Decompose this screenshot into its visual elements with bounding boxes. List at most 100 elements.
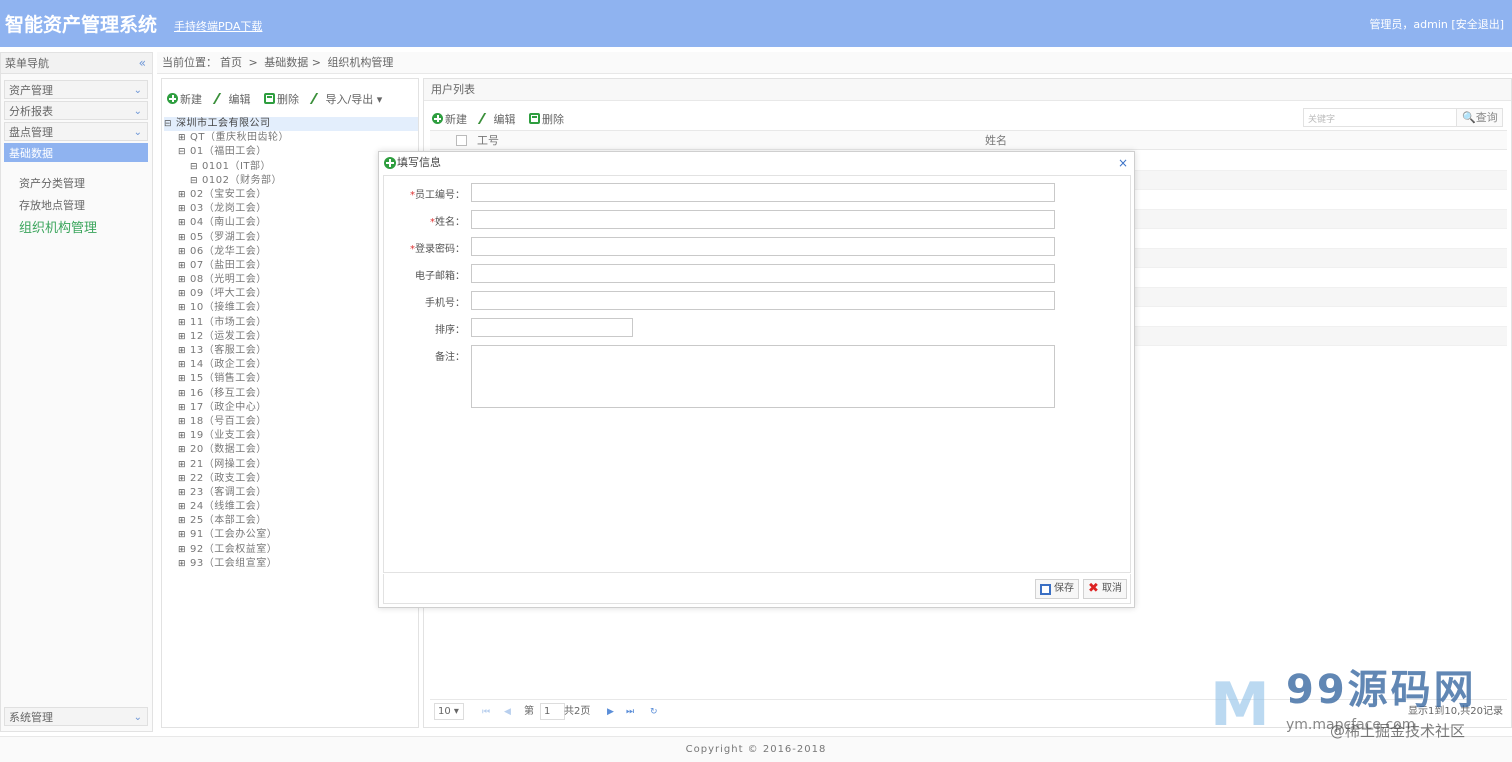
tree-root-node[interactable]: ⊟ 深圳市工会有限公司	[164, 117, 418, 132]
nav-item-organization[interactable]: 组织机构管理	[19, 217, 97, 236]
tree-node-label: 24（线维工会）	[190, 501, 267, 513]
expand-icon[interactable]: ⊞	[178, 372, 187, 386]
search-placeholder: 关键字	[1308, 115, 1336, 125]
tree-new-button[interactable]: 新建	[167, 91, 202, 107]
expand-icon[interactable]: ⊞	[178, 231, 187, 245]
collapse-icon[interactable]: ⊟	[190, 174, 199, 188]
user-new-button[interactable]: 新建	[432, 111, 467, 127]
collapse-left-icon[interactable]: «	[139, 53, 146, 74]
expand-icon[interactable]: ⊞	[178, 528, 187, 542]
column-header-name[interactable]: 姓名	[985, 131, 1007, 151]
save-icon	[1040, 584, 1051, 595]
tree-import-export-button[interactable]: 导入/导出 ▾	[309, 91, 382, 107]
expand-icon[interactable]: ⊞	[178, 472, 187, 486]
select-all-checkbox[interactable]	[456, 135, 467, 146]
email-input[interactable]	[472, 265, 1054, 282]
expand-icon[interactable]: ⊞	[178, 259, 187, 273]
close-icon[interactable]: ×	[1118, 152, 1128, 174]
logout-link[interactable]: [安全退出]	[1451, 18, 1504, 31]
next-page-icon[interactable]: ▶	[607, 700, 614, 724]
first-page-icon[interactable]: ⏮	[482, 700, 490, 724]
nav-section-system[interactable]: 系统管理 ⌄	[4, 707, 148, 726]
expand-icon[interactable]: ⊞	[178, 557, 187, 571]
expand-icon[interactable]: ⊞	[178, 458, 187, 472]
phone-field[interactable]	[471, 291, 1055, 310]
collapse-icon[interactable]: ⊟	[178, 145, 187, 159]
expand-icon[interactable]: ⊞	[178, 401, 187, 415]
user-delete-button[interactable]: 删除	[529, 111, 564, 127]
email-field[interactable]	[471, 264, 1055, 283]
password-input[interactable]	[472, 238, 1054, 255]
nav-section-inventory[interactable]: 盘点管理 ⌄	[4, 122, 148, 141]
expand-icon[interactable]: ⊞	[178, 486, 187, 500]
tree-node-label: 10（接维工会）	[190, 302, 267, 314]
sort-label: 排序：	[435, 325, 465, 336]
remark-textarea[interactable]	[472, 346, 1054, 407]
expand-icon[interactable]: ⊞	[178, 344, 187, 358]
chevron-down-icon: ⌄	[133, 712, 142, 723]
search-button[interactable]: 🔍查询	[1456, 109, 1502, 126]
expand-icon[interactable]: ⊞	[178, 500, 187, 514]
sort-field[interactable]	[471, 318, 633, 337]
expand-icon[interactable]: ⊞	[178, 301, 187, 315]
nav-item-location[interactable]: 存放地点管理	[19, 197, 85, 213]
expand-icon[interactable]: ⊞	[178, 245, 187, 259]
breadcrumb-level1: 基础数据	[264, 56, 309, 69]
expand-icon[interactable]: ⊞	[178, 543, 187, 557]
expand-icon[interactable]: ⊞	[178, 287, 187, 301]
tree-node[interactable]: ⊞ QT（重庆秋田齿轮）	[164, 131, 418, 145]
tree-node-label: 13（客服工会）	[190, 345, 267, 356]
user-list-title: 用户列表	[424, 79, 1511, 101]
page-number-input[interactable]: 1	[540, 703, 565, 720]
delete-icon	[264, 93, 275, 104]
expand-icon[interactable]: ⊞	[178, 188, 187, 202]
password-field[interactable]	[471, 237, 1055, 256]
sort-input[interactable]	[472, 319, 632, 336]
save-button[interactable]: 保存	[1035, 579, 1079, 599]
phone-input[interactable]	[472, 292, 1054, 309]
cancel-button[interactable]: ✖ 取消	[1083, 579, 1127, 599]
expand-icon[interactable]: ⊞	[178, 330, 187, 344]
pencil-icon	[212, 93, 230, 104]
expand-icon[interactable]: ⊞	[178, 216, 187, 230]
nav-item-asset-category[interactable]: 资产分类管理	[19, 175, 85, 191]
expand-icon[interactable]: ⊞	[178, 415, 187, 429]
expand-icon[interactable]: ⊞	[178, 443, 187, 457]
breadcrumb-home[interactable]: 首页	[220, 56, 242, 69]
name-field[interactable]	[471, 210, 1055, 229]
page-size-select[interactable]: 10 ▾	[434, 703, 464, 720]
name-input[interactable]	[472, 211, 1054, 228]
expand-icon[interactable]: ⊞	[178, 387, 187, 401]
employee-no-field[interactable]	[471, 183, 1055, 202]
expand-icon[interactable]: ⊞	[178, 273, 187, 287]
nav-section-asset[interactable]: 资产管理 ⌄	[4, 80, 148, 99]
collapse-icon[interactable]: ⊟	[164, 117, 173, 131]
nav-header: 菜单导航 «	[1, 53, 152, 74]
expand-icon[interactable]: ⊞	[178, 514, 187, 528]
expand-icon[interactable]: ⊞	[178, 202, 187, 216]
expand-icon[interactable]: ⊞	[178, 316, 187, 330]
nav-section-reports[interactable]: 分析报表 ⌄	[4, 101, 148, 120]
remark-field[interactable]	[471, 345, 1055, 408]
save-label: 保存	[1054, 583, 1074, 594]
column-header-id[interactable]: 工号	[477, 131, 499, 151]
employee-no-input[interactable]	[472, 184, 1054, 201]
tree-delete-label: 删除	[277, 93, 299, 106]
tree-delete-button[interactable]: 删除	[264, 91, 299, 107]
user-edit-button[interactable]: 编辑	[477, 111, 516, 127]
last-page-icon[interactable]: ⏭	[626, 700, 634, 724]
refresh-icon[interactable]: ↻	[650, 700, 658, 724]
record-info: 显示1到10,共20记录	[1408, 706, 1503, 717]
add-icon	[432, 113, 443, 124]
tree-edit-button[interactable]: 编辑	[212, 91, 251, 107]
pda-download-link[interactable]: 手持终端PDA下载	[174, 18, 262, 34]
expand-icon[interactable]: ⊞	[178, 429, 187, 443]
collapse-icon[interactable]: ⊟	[190, 160, 199, 174]
expand-icon[interactable]: ⊞	[178, 131, 187, 145]
nav-section-basic-data[interactable]: 基础数据	[4, 143, 148, 162]
prev-page-icon[interactable]: ◀	[504, 700, 511, 724]
tree-node-label: 92（工会权益室）	[190, 543, 278, 555]
tree-edit-label: 编辑	[228, 93, 251, 106]
search-input[interactable]: 关键字 🔍查询	[1303, 108, 1503, 127]
expand-icon[interactable]: ⊞	[178, 358, 187, 372]
